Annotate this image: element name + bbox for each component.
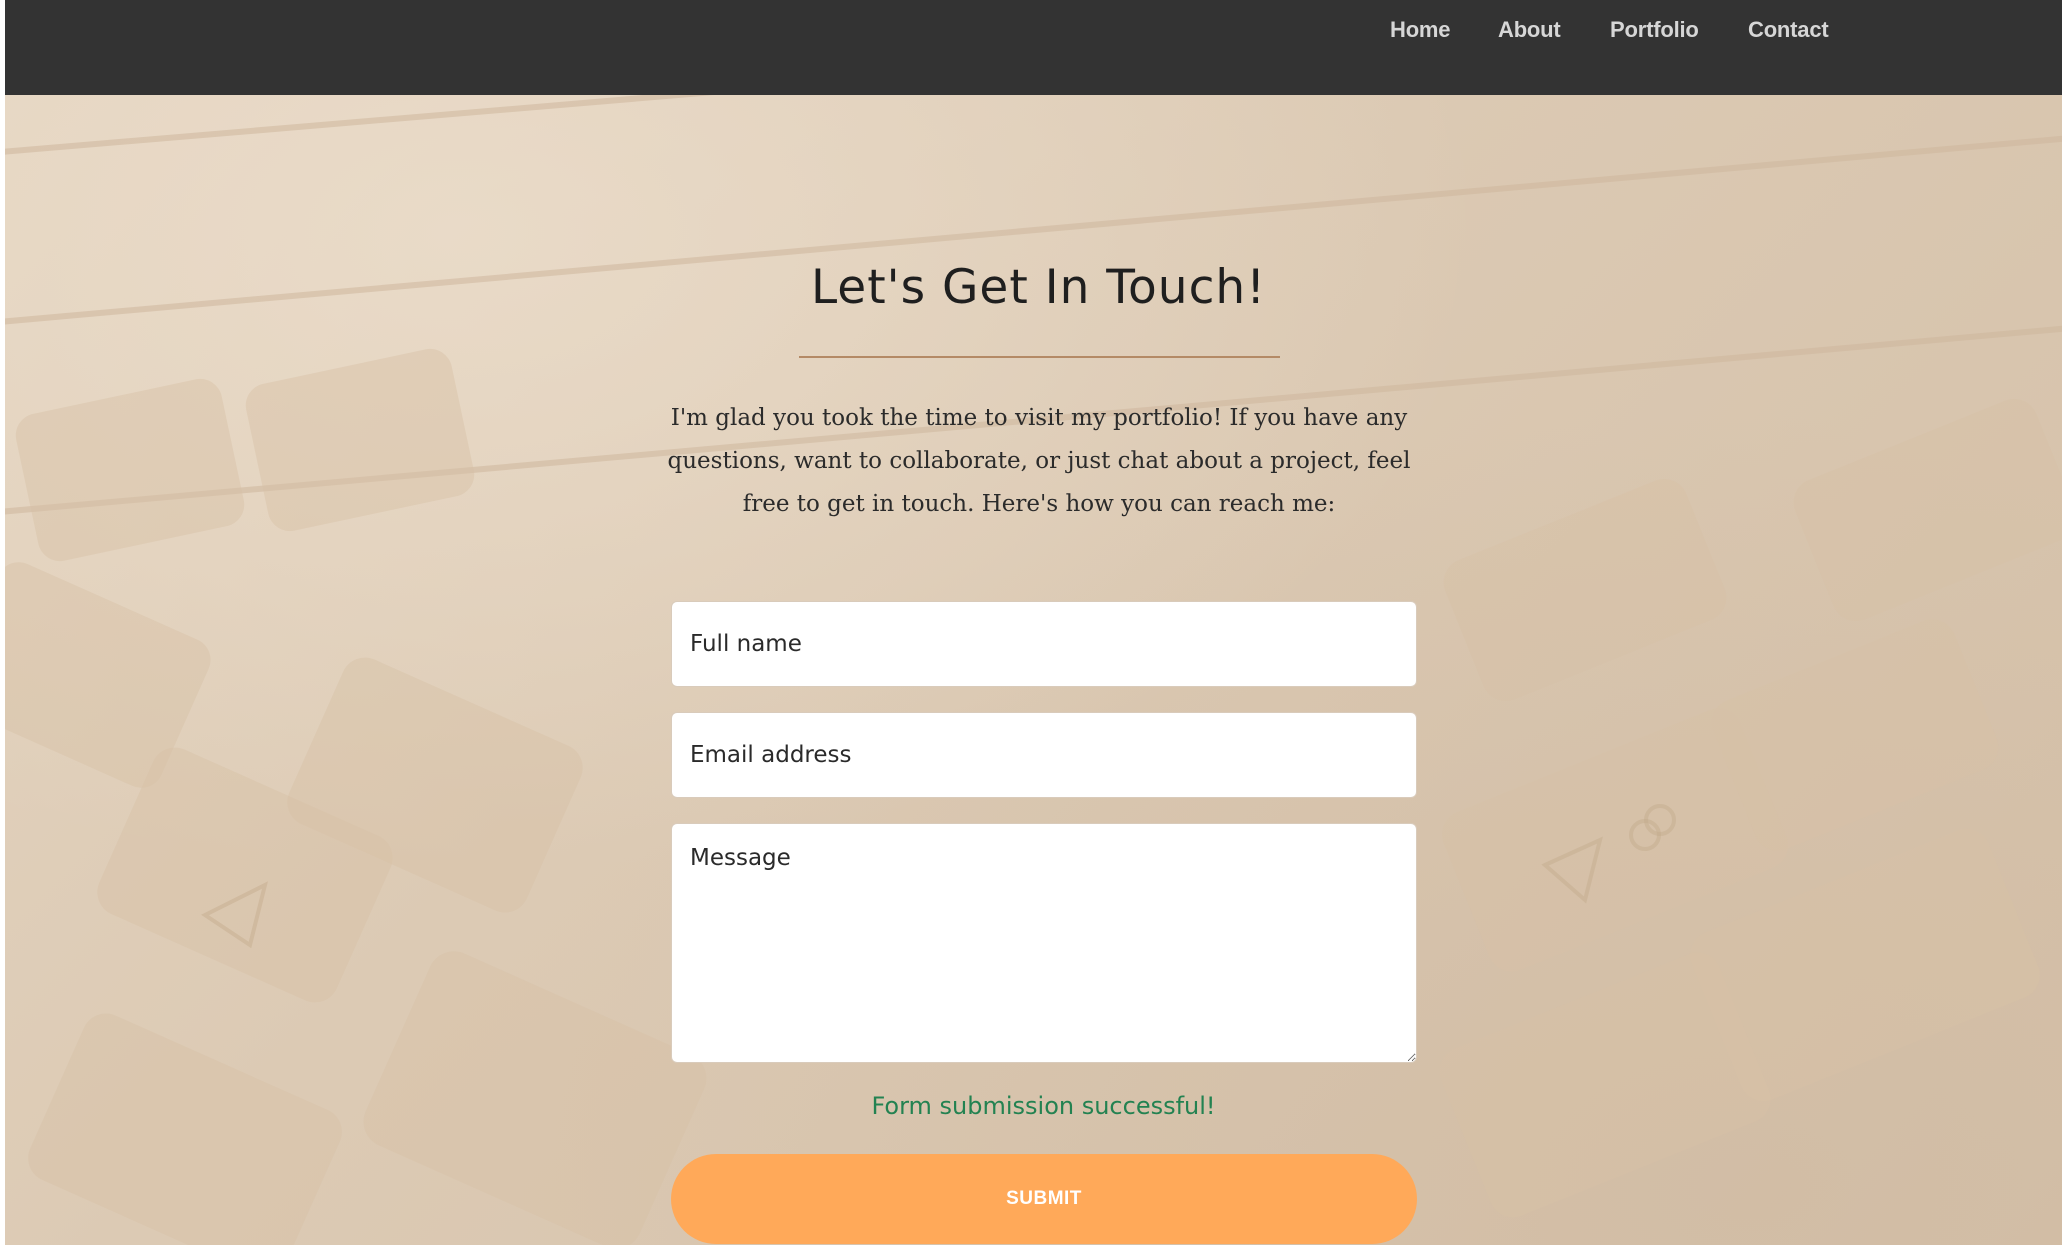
form-success-message: Form submission successful!: [871, 1092, 1216, 1120]
intro-paragraph: I'm glad you took the time to visit my p…: [667, 405, 1411, 517]
nav-link-contact[interactable]: Contact: [1748, 17, 1829, 43]
page-title: Let's Get In Touch!: [810, 260, 1267, 315]
nav-link-home[interactable]: Home: [1390, 17, 1451, 43]
submit-button[interactable]: SUBMIT: [671, 1154, 1417, 1244]
nav-link-about[interactable]: About: [1498, 17, 1561, 43]
top-navbar: Home About Portfolio Contact: [5, 0, 2062, 95]
nav-link-portfolio[interactable]: Portfolio: [1610, 17, 1699, 43]
title-divider: [799, 356, 1280, 358]
message-textarea[interactable]: [671, 823, 1417, 1063]
contact-hero-section: Let's Get In Touch! I'm glad you took th…: [5, 95, 2062, 1245]
email-input[interactable]: [671, 712, 1417, 798]
full-name-input[interactable]: [671, 601, 1417, 687]
